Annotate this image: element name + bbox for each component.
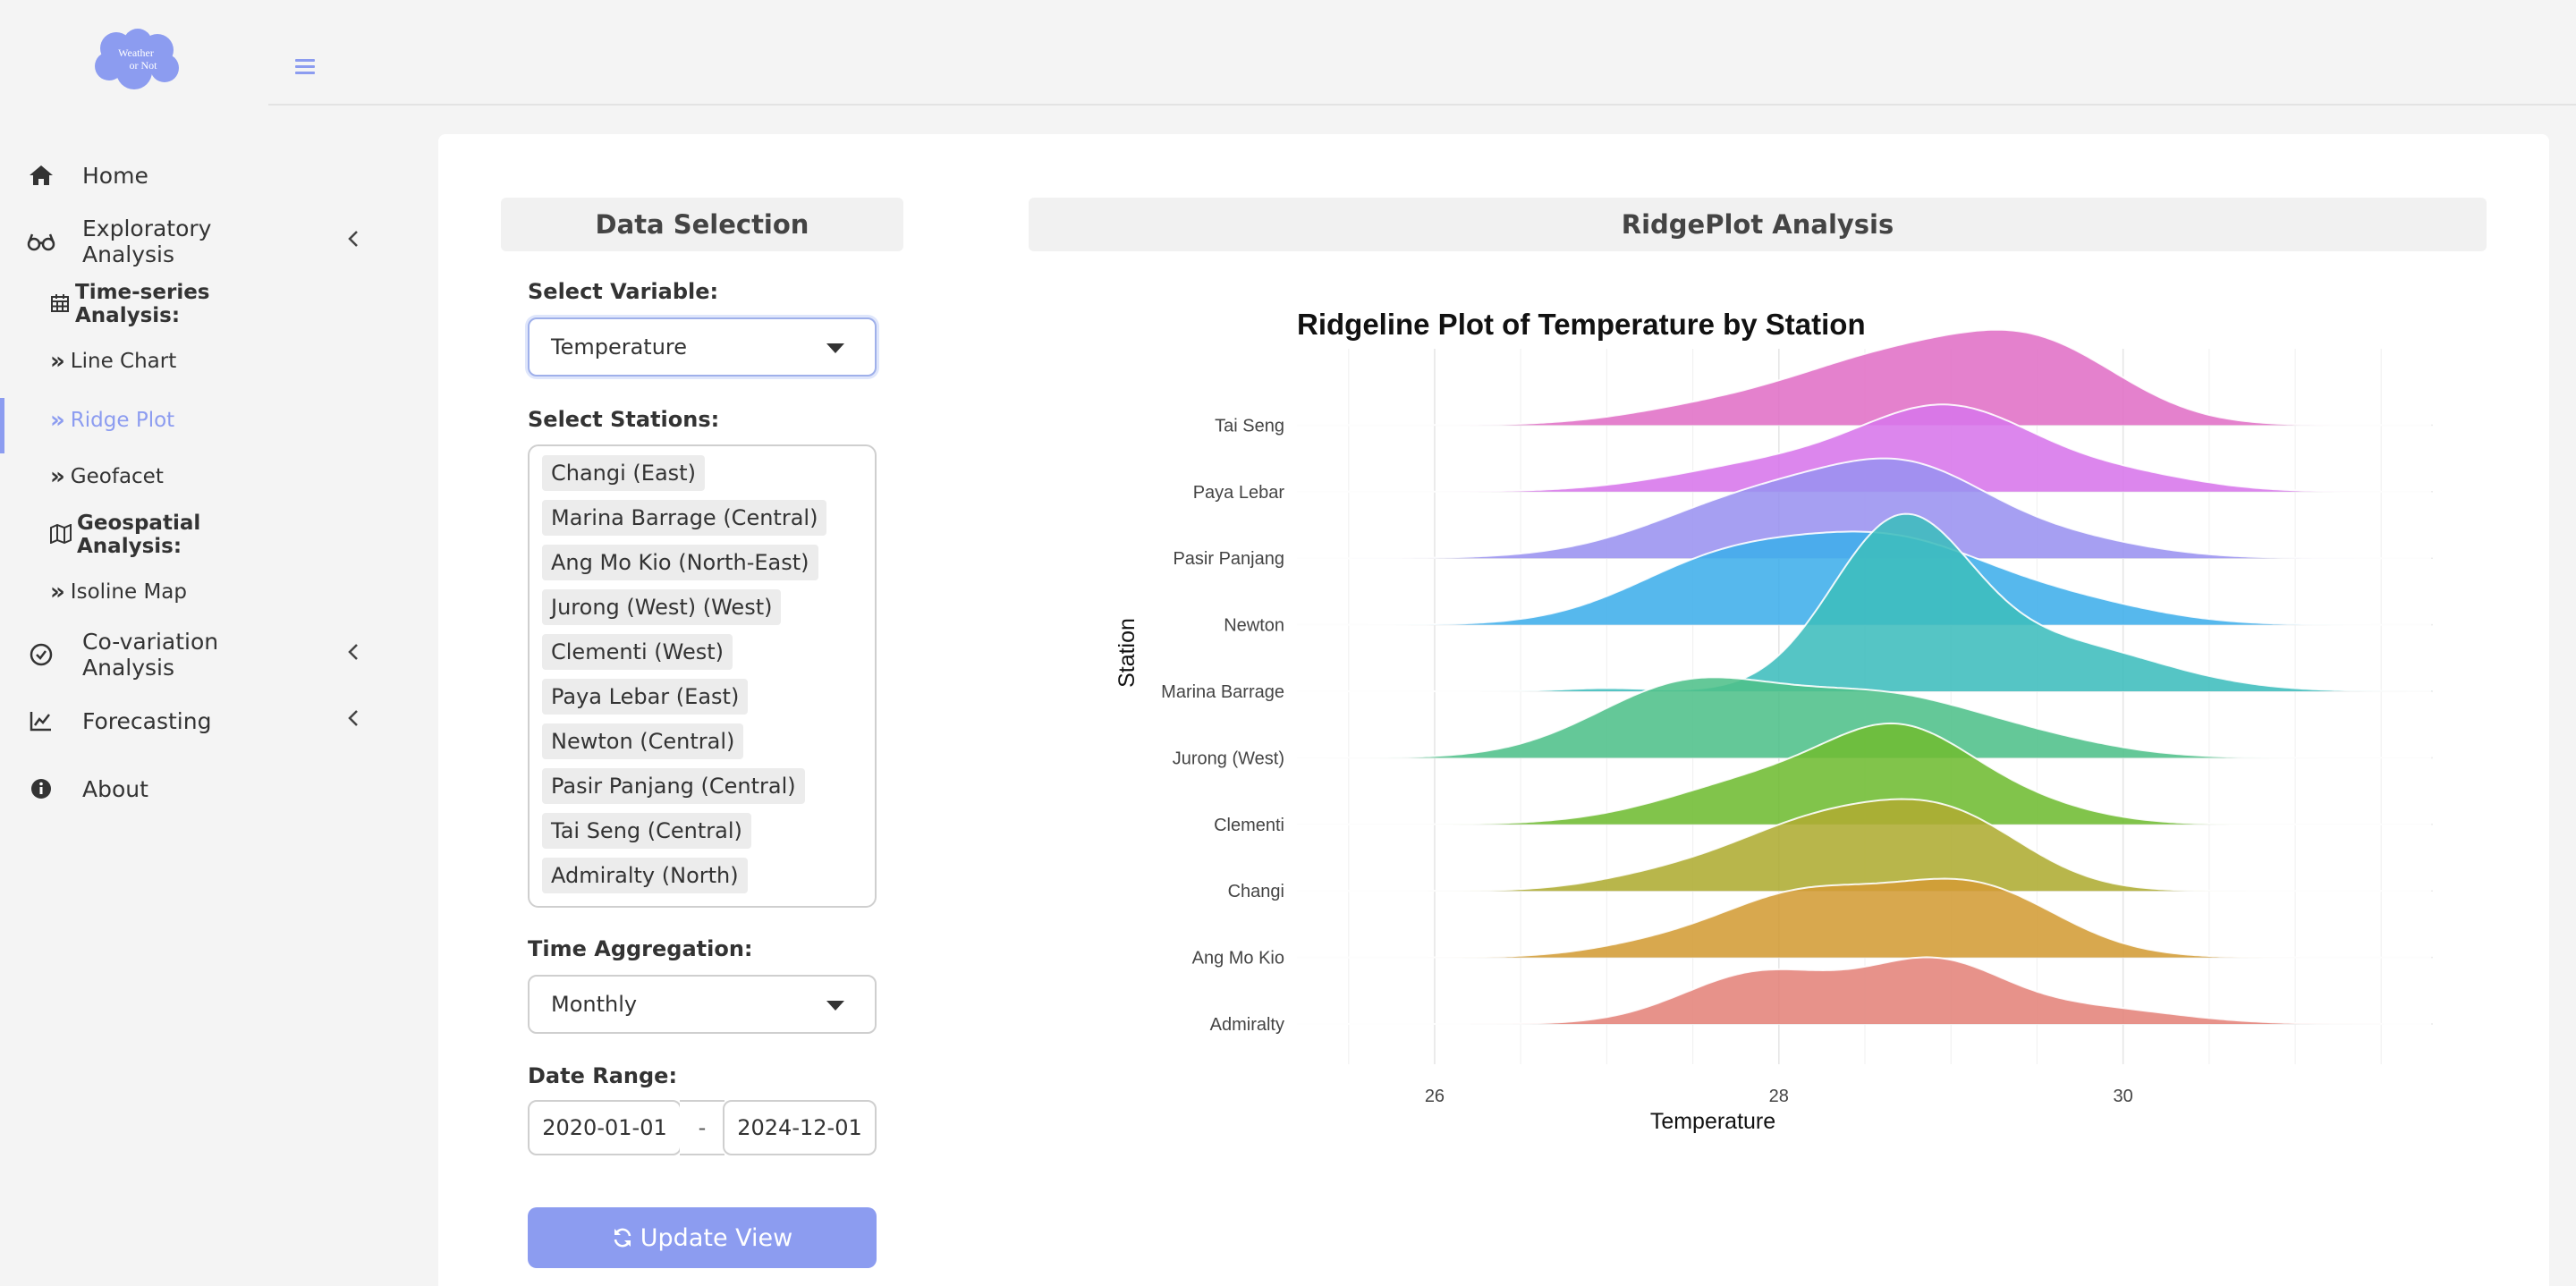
station-chip[interactable]: Paya Lebar (East) xyxy=(542,679,749,715)
aggregation-select[interactable]: Monthly xyxy=(528,975,877,1034)
nav-exploratory-analysis[interactable]: Exploratory Analysis xyxy=(0,216,358,267)
station-chip[interactable]: Jurong (West) (West) xyxy=(542,589,782,625)
geospatial-heading-label: Geospatial Analysis: xyxy=(77,512,201,558)
station-chip[interactable]: Ang Mo Kio (North-East) xyxy=(542,545,818,580)
y-tick-label: Clementi xyxy=(1214,816,1284,835)
y-tick-label: Ang Mo Kio xyxy=(1192,949,1284,969)
double-chevron-right-icon: » xyxy=(50,463,65,490)
sidebar-item-ridge-plot[interactable]: » Ridge Plot xyxy=(50,401,174,440)
date-end-input[interactable]: 2024-12-01 xyxy=(723,1100,877,1155)
isoline-map-label: Isoline Map xyxy=(70,580,187,604)
nav-home-label: Home xyxy=(82,162,148,189)
chevron-left-icon xyxy=(347,228,360,255)
ridge-tai-seng xyxy=(1297,329,2433,426)
date-range-separator: - xyxy=(680,1100,724,1155)
y-axis-label: Station xyxy=(1114,618,1140,688)
update-view-label: Update View xyxy=(640,1223,793,1252)
y-tick-label: Pasir Panjang xyxy=(1173,549,1284,569)
y-tick-label: Marina Barrage xyxy=(1161,682,1284,702)
top-bar xyxy=(268,0,2576,106)
station-chip[interactable]: Pasir Panjang (Central) xyxy=(542,768,805,804)
variable-select[interactable]: Temperature xyxy=(528,317,877,376)
x-tick-label: 30 xyxy=(2114,1087,2133,1106)
line-chart-icon xyxy=(27,706,55,735)
chevron-left-icon xyxy=(347,641,360,668)
y-tick-label: Changi xyxy=(1228,882,1284,901)
nav-forecasting[interactable]: Forecasting xyxy=(0,696,358,746)
y-tick-label: Jurong (West) xyxy=(1173,749,1284,768)
ridge-changi xyxy=(1297,799,2433,892)
aggregation-select-value: Monthly xyxy=(551,992,638,1017)
sidebar-item-line-chart[interactable]: » Line Chart xyxy=(50,342,176,381)
x-tick-label: 28 xyxy=(1769,1087,1789,1106)
date-range-label: Date Range: xyxy=(528,1063,678,1088)
date-start-input[interactable]: 2020-01-01 xyxy=(528,1100,682,1155)
station-chip[interactable]: Clementi (West) xyxy=(542,634,733,670)
timeseries-heading-label: Time-series Analysis: xyxy=(75,281,210,327)
line-chart-label: Line Chart xyxy=(70,350,177,373)
nav-about-label: About xyxy=(82,775,148,802)
info-icon xyxy=(27,774,55,803)
station-chip[interactable]: Tai Seng (Central) xyxy=(542,813,751,849)
timeseries-heading: Time-series Analysis: xyxy=(50,281,268,327)
nav-covariation-analysis[interactable]: Co-variation Analysis xyxy=(0,629,358,681)
station-chip[interactable]: Admiralty (North) xyxy=(542,858,748,893)
sidebar: Weather or Not Home Exploratory Analysis… xyxy=(0,0,358,1286)
variable-label: Select Variable: xyxy=(528,279,719,304)
x-tick-label: 26 xyxy=(1425,1087,1445,1106)
station-chip[interactable]: Newton (Central) xyxy=(542,723,744,759)
y-tick-label: Tai Seng xyxy=(1215,416,1284,436)
map-icon xyxy=(50,524,72,546)
hamburger-menu-icon[interactable] xyxy=(295,59,315,75)
caret-down-icon xyxy=(826,1001,844,1011)
logo-text-line2: or Not xyxy=(130,59,158,72)
nav-covariation-label: Co-variation Analysis xyxy=(82,629,219,681)
weather-or-not-logo[interactable]: Weather or Not xyxy=(89,29,182,89)
chart-title: Ridgeline Plot of Temperature by Station xyxy=(1297,308,1866,341)
geofacet-label: Geofacet xyxy=(70,465,164,488)
stations-label: Select Stations: xyxy=(528,407,720,432)
variable-select-value: Temperature xyxy=(551,334,688,360)
data-selection-header: Data Selection xyxy=(501,198,903,251)
double-chevron-right-icon: » xyxy=(50,348,65,375)
ridge-plot-label: Ridge Plot xyxy=(70,409,175,432)
station-chip[interactable]: Marina Barrage (Central) xyxy=(542,500,827,536)
x-axis-label: Temperature xyxy=(1650,1109,1775,1134)
geospatial-heading: Geospatial Analysis: xyxy=(50,512,268,558)
caret-down-icon xyxy=(826,343,844,353)
sidebar-item-isoline-map[interactable]: » Isoline Map xyxy=(50,572,187,612)
glasses-icon xyxy=(27,227,55,256)
active-indicator xyxy=(0,398,4,453)
sidebar-item-geofacet[interactable]: » Geofacet xyxy=(50,457,164,496)
station-chip[interactable]: Changi (East) xyxy=(542,455,705,491)
nav-home[interactable]: Home xyxy=(0,150,268,200)
home-icon xyxy=(27,161,55,190)
nav-exploratory-label: Exploratory Analysis xyxy=(82,216,212,267)
ridgeline-chart: Admiralty Ang Mo Kio Changi Clementi Jurong … xyxy=(1114,308,2433,1134)
logo-text-line1: Weather xyxy=(118,47,154,59)
check-circle-icon xyxy=(27,640,55,669)
y-tick-label: Newton xyxy=(1224,616,1284,636)
stations-multiselect[interactable]: Changi (East) Marina Barrage (Central) A… xyxy=(528,444,877,908)
update-view-button[interactable]: Update View xyxy=(528,1207,877,1268)
nav-forecasting-label: Forecasting xyxy=(82,707,212,734)
calendar-icon xyxy=(50,293,70,315)
aggregation-label: Time Aggregation: xyxy=(528,936,753,961)
double-chevron-right-icon: » xyxy=(50,407,65,434)
refresh-icon xyxy=(612,1227,633,1248)
ridgeplot-analysis-header: RidgePlot Analysis xyxy=(1029,198,2487,251)
double-chevron-right-icon: » xyxy=(50,579,65,605)
y-tick-label: Paya Lebar xyxy=(1193,483,1285,503)
nav-about[interactable]: About xyxy=(0,764,268,814)
chevron-left-icon xyxy=(347,707,360,734)
y-tick-label: Admiralty xyxy=(1210,1015,1284,1035)
